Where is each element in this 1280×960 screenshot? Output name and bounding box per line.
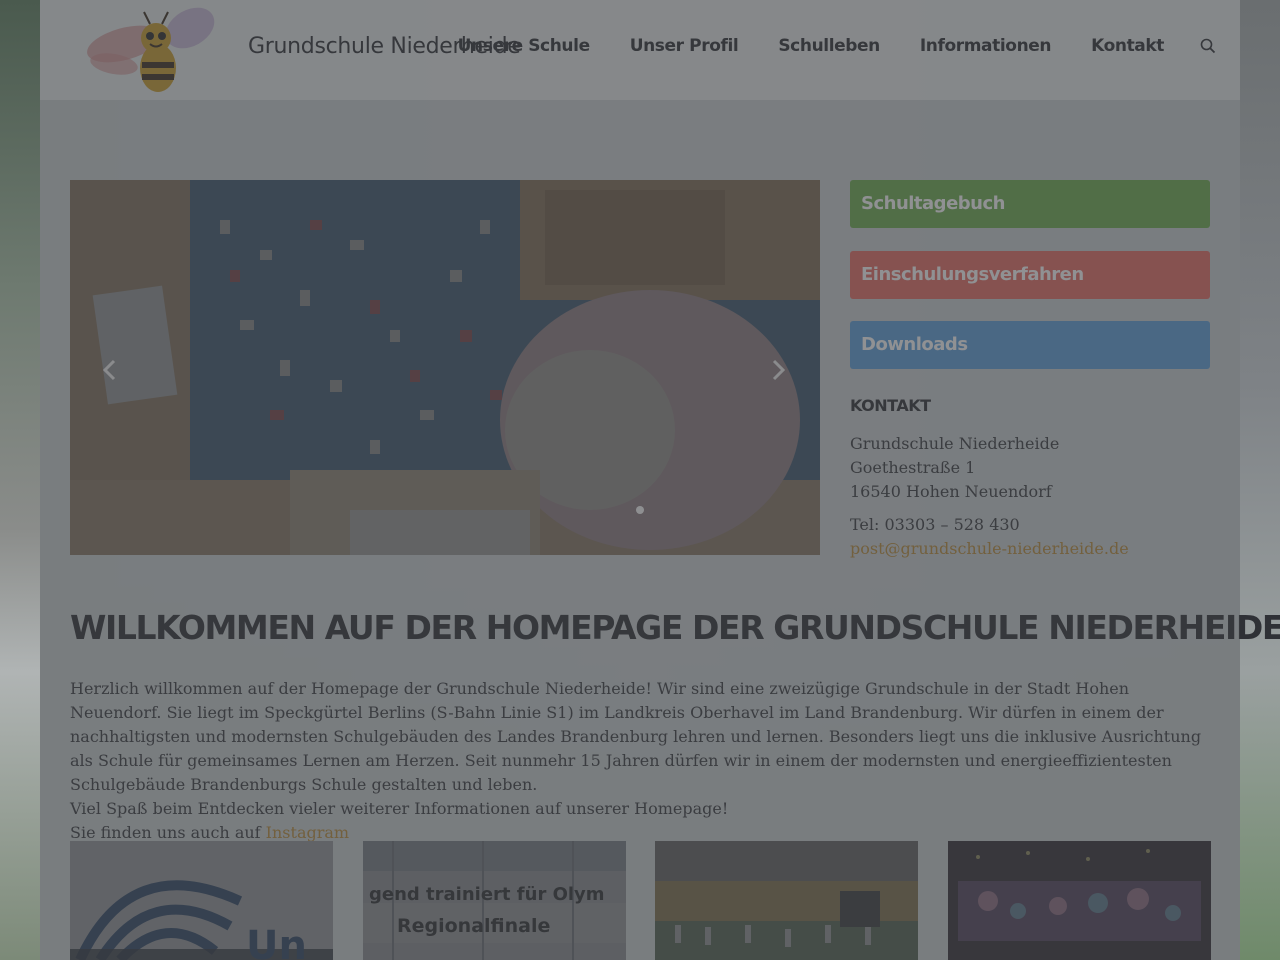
intro-paragraph: Herzlich willkommen auf der Homepage der… (70, 679, 1202, 794)
page-headline: WILLKOMMEN AUF DER HOMEPAGE DER GRUNDSCH… (70, 608, 1280, 647)
intro-closing: Viel Spaß beim Entdecken vieler weiterer… (70, 799, 729, 818)
site-header: Grundschule Niederheide Unsere Schule Un… (40, 0, 1240, 100)
slider-dot-active[interactable] (636, 506, 644, 514)
chevron-right-icon[interactable] (768, 358, 788, 382)
main-navigation: Unsere Schule Unser Profil Schulleben In… (418, 36, 1216, 56)
image-slider[interactable] (70, 180, 820, 555)
tile-caption-line2: Regionalfinale (397, 915, 551, 937)
tile-caption-line1: gend trainiert für Olym (369, 884, 605, 905)
tile-image (948, 841, 1211, 960)
contact-phone: Tel: 03303 – 528 430 (850, 515, 1020, 534)
social-prefix: Sie finden uns auch auf (70, 823, 266, 842)
schultagebuch-button[interactable]: Schultagebuch (850, 180, 1210, 228)
einschulungsverfahren-button[interactable]: Einschulungsverfahren (850, 251, 1210, 299)
nav-item-unser-profil[interactable]: Unser Profil (630, 36, 739, 56)
nav-item-informationen[interactable]: Informationen (920, 36, 1052, 56)
downloads-button[interactable]: Downloads (850, 321, 1210, 369)
nav-item-kontakt[interactable]: Kontakt (1091, 36, 1164, 56)
search-icon[interactable] (1200, 38, 1216, 54)
background-left-edge (0, 0, 40, 960)
contact-address: Grundschule Niederheide Goethestraße 1 1… (850, 432, 1059, 504)
tile-caption: Un (246, 923, 307, 960)
contact-email-link[interactable]: post@grundschule-niederheide.de (850, 539, 1129, 558)
contact-heading: KONTAKT (850, 396, 931, 415)
news-tile[interactable] (948, 841, 1211, 960)
instagram-link[interactable]: Instagram (266, 823, 349, 842)
chevron-left-icon[interactable] (100, 358, 120, 382)
news-tile[interactable]: Un (70, 841, 333, 960)
news-tile[interactable]: gend trainiert für Olym Regionalfinale (363, 841, 626, 960)
background-right-edge (1240, 0, 1280, 960)
contact-name: Grundschule Niederheide (850, 434, 1060, 453)
contact-street: Goethestraße 1 (850, 458, 976, 477)
tile-image (655, 841, 918, 960)
nav-item-schulleben[interactable]: Schulleben (778, 36, 880, 56)
nav-item-unsere-schule[interactable]: Unsere Schule (458, 36, 590, 56)
news-tile[interactable] (655, 841, 918, 960)
intro-text: Herzlich willkommen auf der Homepage der… (70, 677, 1215, 845)
page-container: Grundschule Niederheide Unsere Schule Un… (40, 0, 1280, 960)
bee-mascot-icon[interactable] (84, 4, 218, 96)
contact-city: 16540 Hohen Neuendorf (850, 482, 1052, 501)
slide-image (70, 180, 820, 555)
